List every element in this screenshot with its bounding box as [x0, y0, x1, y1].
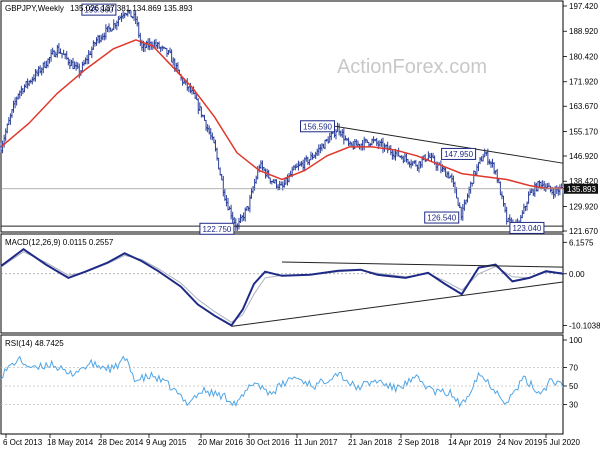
x-tick-label: 2 Sep 2018	[398, 438, 439, 447]
y-tick-label: 163.670	[569, 102, 598, 111]
svg-text:126.540: 126.540	[427, 214, 456, 223]
macd-title: MACD(12,26,9) 0.0115 0.2557	[5, 238, 114, 247]
price-annotation: 122.750	[199, 222, 235, 235]
svg-text:156.590: 156.590	[303, 122, 332, 131]
y-tick-label: 171.920	[569, 78, 598, 87]
svg-text:122.750: 122.750	[202, 225, 231, 234]
symbol-title: GBPJPY,Weekly	[5, 4, 64, 13]
price-title: GBPJPY,Weekly 135.026 137.381 134.869 13…	[5, 4, 193, 13]
y-tick-label: -10.1038	[569, 321, 600, 330]
x-tick-label: 6 Oct 2013	[3, 438, 43, 447]
rsi-y-ticks: 100 70 50 30	[563, 336, 583, 409]
rsi-title: RSI(14) 48.7425	[5, 339, 64, 348]
y-tick-label: 6.1575	[569, 238, 594, 247]
last-price-label: 135.893	[567, 185, 596, 194]
y-tick-label: 0.00	[569, 270, 585, 279]
price-annotation: 156.590	[300, 120, 336, 133]
macd-panel	[0, 233, 564, 334]
y-tick-label: 30	[569, 400, 578, 409]
macd-y-ticks: 6.1575 0.00 -10.1038	[563, 238, 600, 330]
x-tick-label: 11 Jun 2017	[294, 438, 338, 447]
y-tick-label: 70	[569, 364, 578, 373]
y-tick-label: 121.670	[569, 227, 598, 236]
y-tick-label: 155.170	[569, 127, 598, 136]
x-tick-label: 5 Jul 2020	[543, 438, 580, 447]
price-panel	[0, 0, 564, 233]
x-tick-label: 30 Oct 2016	[246, 438, 290, 447]
price-y-ticks: 121.670129.920138.420146.920155.170163.6…	[563, 2, 598, 236]
x-tick-label: 14 Apr 2019	[448, 438, 492, 447]
y-tick-label: 188.920	[569, 27, 598, 36]
y-tick-label: 100	[569, 336, 583, 345]
y-tick-label: 180.420	[569, 52, 598, 61]
x-tick-label: 9 Aug 2015	[146, 438, 187, 447]
svg-text:123.040: 123.040	[512, 224, 541, 233]
y-tick-label: 197.420	[569, 2, 598, 11]
price-annotation: 147.950	[441, 147, 477, 160]
watermark: ActionForex.com	[337, 56, 487, 78]
y-tick-label: 129.920	[569, 202, 598, 211]
x-axis-ticks: 6 Oct 2013 18 May 2014 28 Dec 2014 9 Aug 20…	[3, 434, 580, 447]
x-tick-label: 28 Dec 2014	[98, 438, 144, 447]
y-tick-label: 50	[569, 382, 578, 391]
svg-text:147.950: 147.950	[444, 150, 473, 159]
y-tick-label: 146.920	[569, 152, 598, 161]
ohlc-values: 135.026 137.381 134.869 135.893	[70, 4, 193, 13]
x-tick-label: 21 Jan 2018	[348, 438, 393, 447]
x-tick-label: 24 Nov 2019	[497, 438, 543, 447]
chart: ActionForex.com 195.860122.750156.590147…	[0, 0, 600, 447]
x-tick-label: 20 Mar 2016	[198, 438, 243, 447]
price-annotation: 123.040	[509, 221, 545, 234]
price-annotation: 126.540	[424, 211, 460, 224]
x-tick-label: 18 May 2014	[47, 438, 94, 447]
